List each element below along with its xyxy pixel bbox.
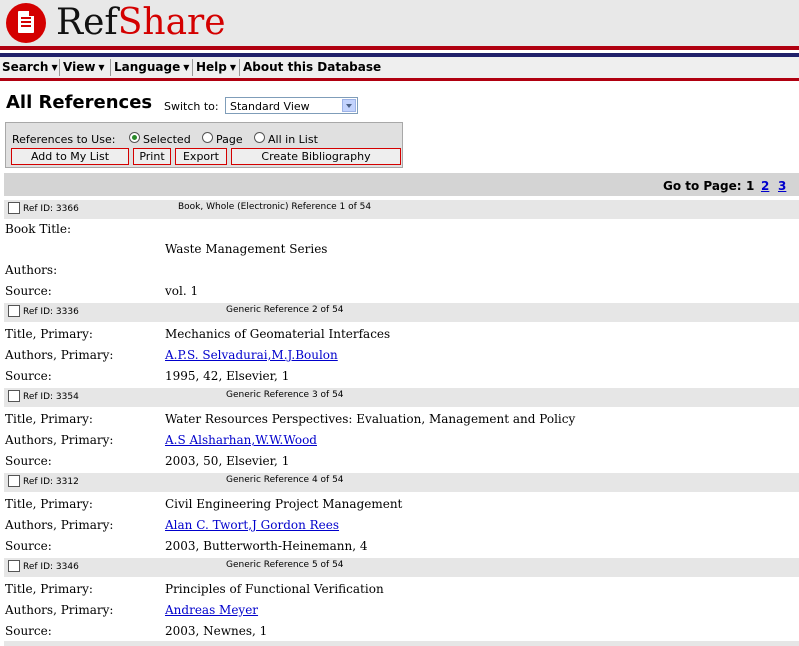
view-select-value: Standard View <box>230 100 310 113</box>
field-label: Book Title: <box>5 222 71 236</box>
title-value: Mechanics of Geomaterial Interfaces <box>165 327 391 341</box>
radio-all-in-list[interactable] <box>254 132 265 143</box>
reference-checkbox[interactable] <box>8 475 20 487</box>
ref-type: Generic Reference 3 of 54 <box>226 390 344 400</box>
field-label: Source: <box>5 284 52 298</box>
references-to-use-label: References to Use: <box>12 133 116 146</box>
refshare-logo-text: RefShare <box>56 2 226 43</box>
reference-header: Ref ID: 3346 Generic Reference 5 of 54 <box>4 558 799 577</box>
add-to-my-list-button[interactable]: Add to My List <box>11 148 129 165</box>
ref-type: Book, Whole (Electronic) Reference 1 of … <box>178 202 372 212</box>
print-button[interactable]: Print <box>133 148 171 165</box>
menu-search[interactable]: Search ▼ <box>2 57 58 78</box>
radio-page-label: Page <box>216 133 243 146</box>
field-label: Authors: <box>5 263 58 277</box>
page-title: All References <box>6 92 153 113</box>
field-label: Source: <box>5 454 52 468</box>
field-label: Authors, Primary: <box>5 518 114 532</box>
field-label: Source: <box>5 624 52 638</box>
refshare-logo-icon <box>6 3 46 43</box>
field-label: Source: <box>5 539 52 553</box>
chevron-down-icon <box>342 99 356 112</box>
menu-about[interactable]: About this Database <box>243 57 381 78</box>
ref-id: Ref ID: 3366 <box>23 204 79 214</box>
reference-header-partial <box>4 641 799 646</box>
field-label: Title, Primary: <box>5 497 93 511</box>
field-label: Title, Primary: <box>5 412 93 426</box>
reference-header: Ref ID: 3336 Generic Reference 2 of 54 <box>4 303 799 322</box>
chevron-down-icon: ▼ <box>98 63 105 72</box>
menu-language[interactable]: Language ▼ <box>114 57 189 78</box>
ref-type: Generic Reference 5 of 54 <box>226 560 344 570</box>
reference-header: Ref ID: 3354 Generic Reference 3 of 54 <box>4 388 799 407</box>
menu-help[interactable]: Help ▼ <box>196 57 236 78</box>
pager-current-page: 1 <box>746 179 755 193</box>
menu-bar: Search ▼ View ▼ Language ▼ Help ▼ About this… <box>0 57 799 81</box>
title-value: Principles of Functional Verification <box>165 582 384 596</box>
authors-link[interactable]: Alan C. Twort,J Gordon Rees <box>165 518 339 532</box>
field-label: Source: <box>5 369 52 383</box>
source-value: 2003, 50, Elsevier, 1 <box>165 454 290 468</box>
switch-to-label: Switch to: <box>164 100 219 113</box>
title-value: Water Resources Perspectives: Evaluation… <box>165 412 576 426</box>
radio-all-in-list-label: All in List <box>268 133 318 146</box>
header: RefShare <box>0 0 799 46</box>
create-bibliography-button[interactable]: Create Bibliography <box>231 148 401 165</box>
authors-link[interactable]: Andreas Meyer <box>165 603 258 617</box>
source-value: 2003, Butterworth-Heinemann, 4 <box>165 539 368 553</box>
ref-id: Ref ID: 3336 <box>23 307 79 317</box>
ref-id: Ref ID: 3312 <box>23 477 79 487</box>
ref-id: Ref ID: 3354 <box>23 392 79 402</box>
field-label: Authors, Primary: <box>5 433 114 447</box>
authors-link[interactable]: A.S Alsharhan,W.W.Wood <box>165 433 317 447</box>
menu-view[interactable]: View ▼ <box>63 57 105 78</box>
reference-checkbox[interactable] <box>8 560 20 572</box>
source-value: vol. 1 <box>165 284 199 298</box>
book-title-value: Waste Management Series <box>165 242 328 256</box>
radio-selected-label: Selected <box>143 133 191 146</box>
reference-checkbox[interactable] <box>8 390 20 402</box>
go-to-page-label: Go to Page: <box>663 179 742 193</box>
field-label: Title, Primary: <box>5 582 93 596</box>
field-label: Authors, Primary: <box>5 603 114 617</box>
radio-page[interactable] <box>202 132 213 143</box>
source-value: 2003, Newnes, 1 <box>165 624 268 638</box>
ref-type: Generic Reference 4 of 54 <box>226 475 344 485</box>
reference-header: Ref ID: 3312 Generic Reference 4 of 54 <box>4 473 799 492</box>
reference-checkbox[interactable] <box>8 305 20 317</box>
chevron-down-icon: ▼ <box>229 63 237 72</box>
source-value: 1995, 42, Elsevier, 1 <box>165 369 290 383</box>
ref-type: Generic Reference 2 of 54 <box>226 305 344 315</box>
chevron-down-icon: ▼ <box>183 63 190 72</box>
pager-link-3[interactable]: 3 <box>778 179 786 193</box>
authors-link[interactable]: A.P.S. Selvadurai,M.J.Boulon <box>165 348 338 362</box>
reference-options-panel: References to Use: Selected Page All in … <box>5 122 403 168</box>
field-label: Title, Primary: <box>5 327 93 341</box>
export-button[interactable]: Export <box>175 148 227 165</box>
reference-header: Ref ID: 3366 Book, Whole (Electronic) Re… <box>4 200 799 219</box>
ref-id: Ref ID: 3346 <box>23 562 79 572</box>
pager-bar: Go to Page: 1 2 3 <box>4 173 799 196</box>
field-label: Authors, Primary: <box>5 348 114 362</box>
reference-checkbox[interactable] <box>8 202 20 214</box>
title-value: Civil Engineering Project Management <box>165 497 403 511</box>
chevron-down-icon: ▼ <box>51 63 58 72</box>
view-select[interactable]: Standard View <box>225 97 358 114</box>
pager-link-2[interactable]: 2 <box>761 179 769 193</box>
radio-selected[interactable] <box>129 132 140 143</box>
